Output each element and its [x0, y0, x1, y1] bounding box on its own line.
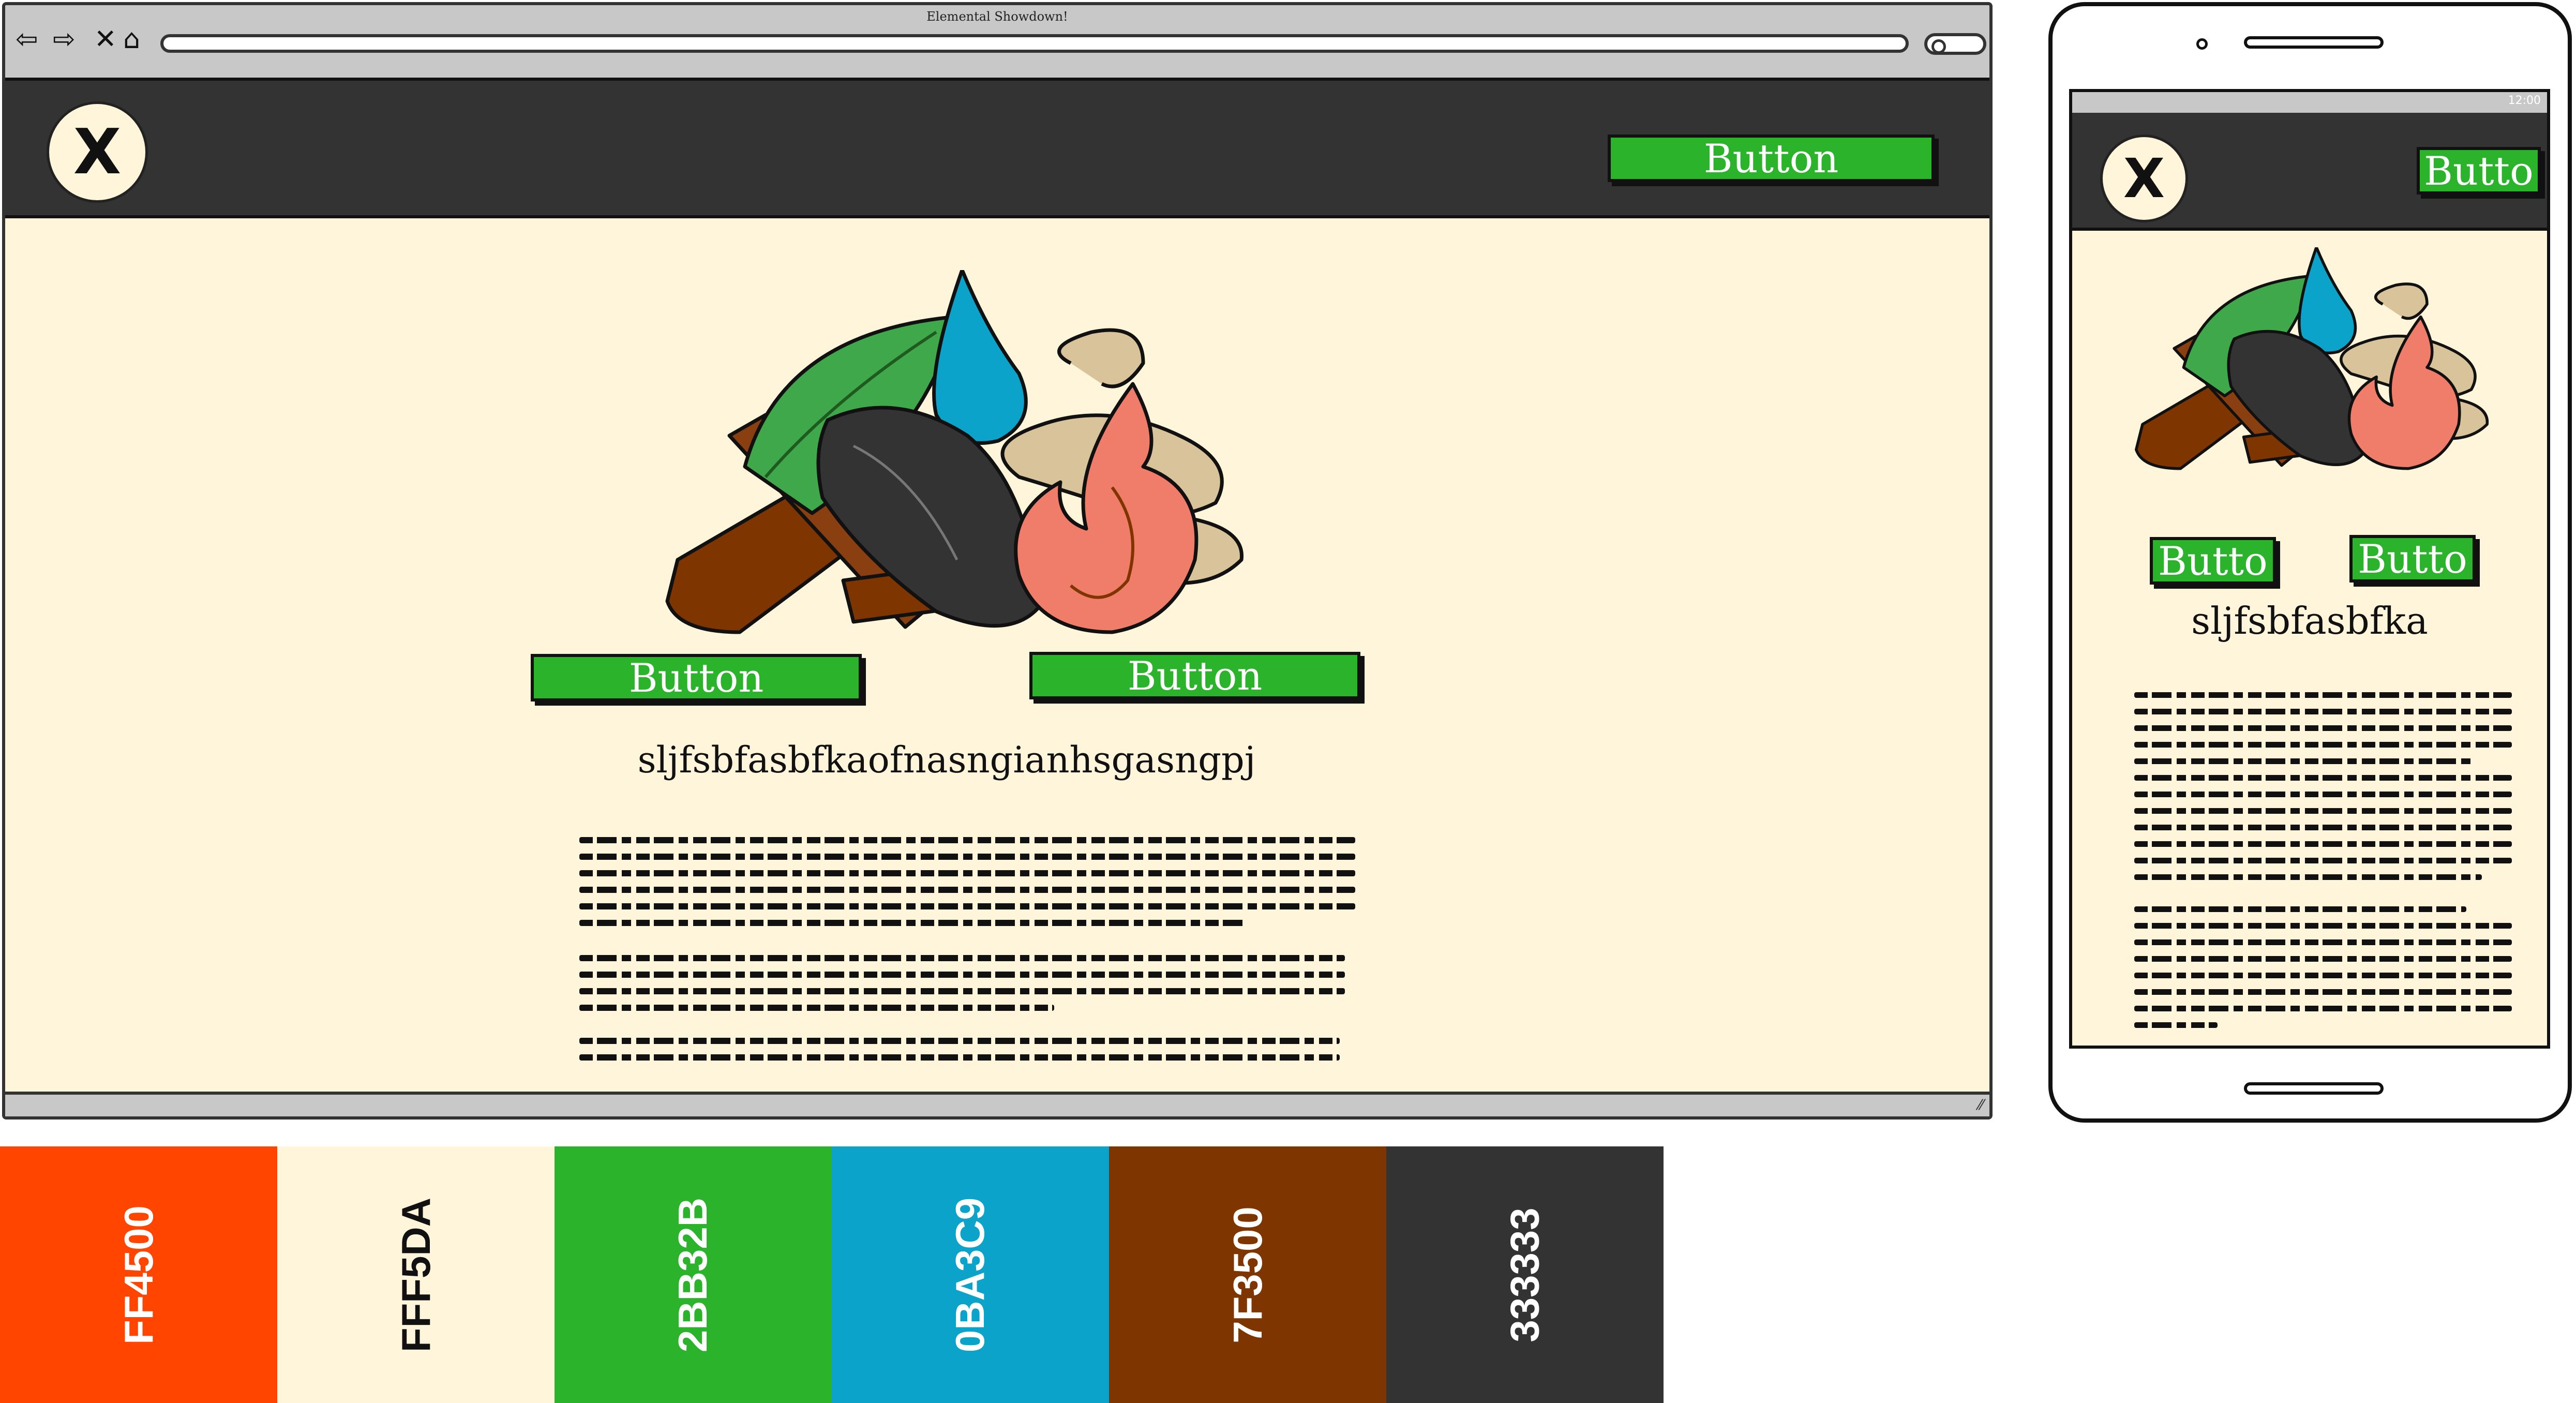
- mobile-page-heading: sljfsbfasbfka: [2191, 599, 2428, 643]
- swatch-label: 7F3500: [1224, 1206, 1270, 1344]
- elements-illustration: [665, 270, 1244, 634]
- logo-glyph: X: [73, 116, 122, 188]
- mobile-placeholder-paragraph-2: [2134, 906, 2512, 1031]
- elements-illustration: [2135, 247, 2489, 470]
- hero-button-1[interactable]: Button: [531, 654, 862, 702]
- xing-logo-icon[interactable]: X: [2100, 135, 2188, 222]
- header-button[interactable]: Button: [1608, 135, 1935, 182]
- xing-logo-icon[interactable]: X: [47, 101, 148, 203]
- browser-status-bar: ⁄⁄: [5, 1092, 1989, 1116]
- mobile-hero-button-2[interactable]: Butto: [2349, 535, 2476, 583]
- speaker-grille: [2244, 36, 2384, 49]
- desktop-browser-window: Elemental Showdown! ⇦ ⇨ ✕ ⌂ X Button But…: [2, 2, 1993, 1120]
- resize-grip-icon[interactable]: ⁄⁄: [1979, 1096, 1983, 1113]
- page-heading: sljfsbfasbfkaofnasngianhsgasngpj: [637, 739, 1256, 781]
- camera-icon: [2196, 38, 2208, 50]
- home-icon[interactable]: ⌂: [123, 24, 140, 55]
- mobile-status-bar: 12:00: [2072, 92, 2547, 113]
- hero-button-2[interactable]: Button: [1029, 652, 1360, 699]
- logo-glyph: X: [2123, 147, 2165, 210]
- placeholder-paragraph-1: [579, 837, 1355, 930]
- mobile-screen: 12:00 X Butto Butto Butto sljfsbfasbfka: [2069, 89, 2550, 1049]
- mobile-header: X Butto: [2072, 113, 2547, 231]
- color-swatch-orange: FF4500: [0, 1146, 277, 1403]
- main-content: Button Button sljfsbfasbfkaofnasngianhsg…: [5, 218, 1989, 1098]
- mobile-status-time: 12:00: [2508, 94, 2541, 107]
- close-icon[interactable]: ✕: [94, 24, 117, 55]
- mobile-phone-frame: 12:00 X Butto Butto Butto sljfsbfasbfka: [2048, 2, 2572, 1123]
- browser-title: Elemental Showdown!: [926, 9, 1068, 24]
- browser-toolbar: Elemental Showdown! ⇦ ⇨ ✕ ⌂: [5, 5, 1989, 78]
- site-header: X Button: [5, 78, 1989, 218]
- swatch-label: FF4500: [115, 1205, 161, 1345]
- placeholder-paragraph-2: [579, 955, 1345, 1012]
- swatch-label: 2BB32B: [670, 1197, 716, 1352]
- forward-arrow-icon[interactable]: ⇨: [53, 24, 76, 55]
- color-swatch-blue: 0BA3C9: [832, 1146, 1109, 1403]
- swatch-label: 0BA3C9: [947, 1197, 993, 1352]
- search-icon[interactable]: [1924, 33, 1986, 55]
- color-swatch-green: 2BB32B: [555, 1146, 832, 1403]
- swatch-label: FFF5DA: [393, 1197, 439, 1352]
- swatch-label: 333333: [1502, 1207, 1548, 1342]
- address-bar[interactable]: [160, 34, 1909, 53]
- mobile-header-button[interactable]: Butto: [2417, 147, 2541, 195]
- mobile-placeholder-paragraph-1: [2134, 692, 2512, 889]
- color-swatch-dark-gray: 333333: [1386, 1146, 1664, 1403]
- color-swatch-brown: 7F3500: [1109, 1146, 1386, 1403]
- home-button[interactable]: [2244, 1082, 2384, 1095]
- mobile-hero-button-1[interactable]: Butto: [2150, 537, 2276, 585]
- back-arrow-icon[interactable]: ⇦: [16, 24, 38, 55]
- color-swatch-cream: FFF5DA: [277, 1146, 555, 1403]
- placeholder-paragraph-3: [579, 1038, 1340, 1061]
